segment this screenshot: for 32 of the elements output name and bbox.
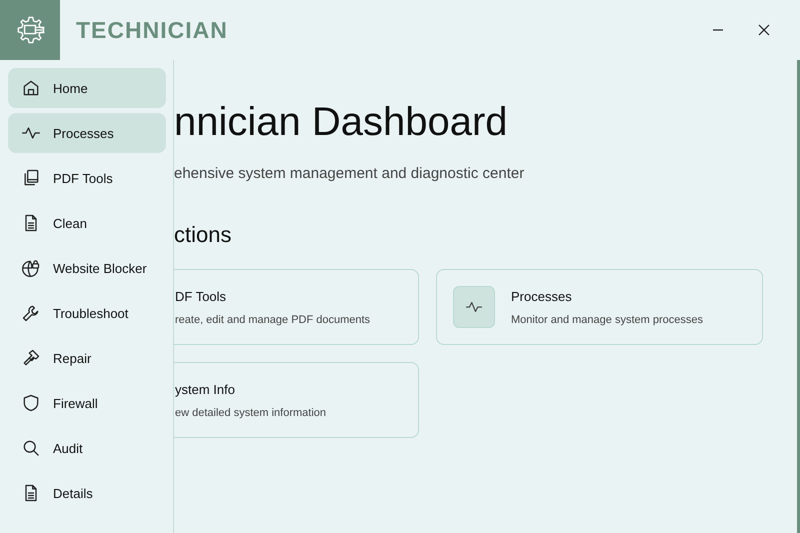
sidebar-item[interactable]: Home xyxy=(8,68,166,108)
sidebar-item[interactable]: Website Blocker xyxy=(8,248,166,288)
wrench-icon xyxy=(21,303,41,323)
card-title: Processes xyxy=(511,288,573,304)
action-card[interactable]: DF Tools reate, edit and manage PDF documents xyxy=(174,269,419,345)
section-title: ctions xyxy=(174,224,232,246)
sidebar-item[interactable]: Repair xyxy=(8,338,166,378)
gear-circuit-logo xyxy=(0,0,60,60)
sidebar-item[interactable]: Details xyxy=(8,473,166,513)
card-description: ew detailed system information xyxy=(175,406,326,418)
shield-icon xyxy=(21,393,41,413)
card-description: Monitor and manage system processes xyxy=(511,314,703,326)
sidebar-item[interactable]: Firewall xyxy=(8,383,166,423)
sidebar-item[interactable]: Processes xyxy=(8,113,166,153)
action-card[interactable]: Processes Monitor and manage system processes xyxy=(436,269,763,345)
home-icon xyxy=(21,78,41,98)
search-icon xyxy=(21,438,41,458)
card-title: ystem Info xyxy=(175,382,236,396)
sidebar-item[interactable]: PDF Tools xyxy=(8,158,166,198)
page-subtitle: ehensive system management and diagnostic center xyxy=(174,165,526,182)
card-title: DF Tools xyxy=(175,288,228,304)
scrollbar[interactable] xyxy=(797,60,800,533)
sidebar-item[interactable]: Audit xyxy=(8,428,166,468)
globe-lock-icon xyxy=(21,258,41,278)
sidebar-item[interactable]: Clean xyxy=(8,203,166,243)
close-icon xyxy=(758,24,770,36)
sidebar-item[interactable]: Troubleshoot xyxy=(8,293,166,333)
app-title: TECHNICIAN xyxy=(76,16,228,44)
page-title: nnician Dashboard xyxy=(174,102,509,142)
card-description: reate, edit and manage PDF documents xyxy=(175,314,370,326)
action-card[interactable]: ystem Info ew detailed system information xyxy=(174,362,419,438)
hammer-icon xyxy=(21,348,41,368)
